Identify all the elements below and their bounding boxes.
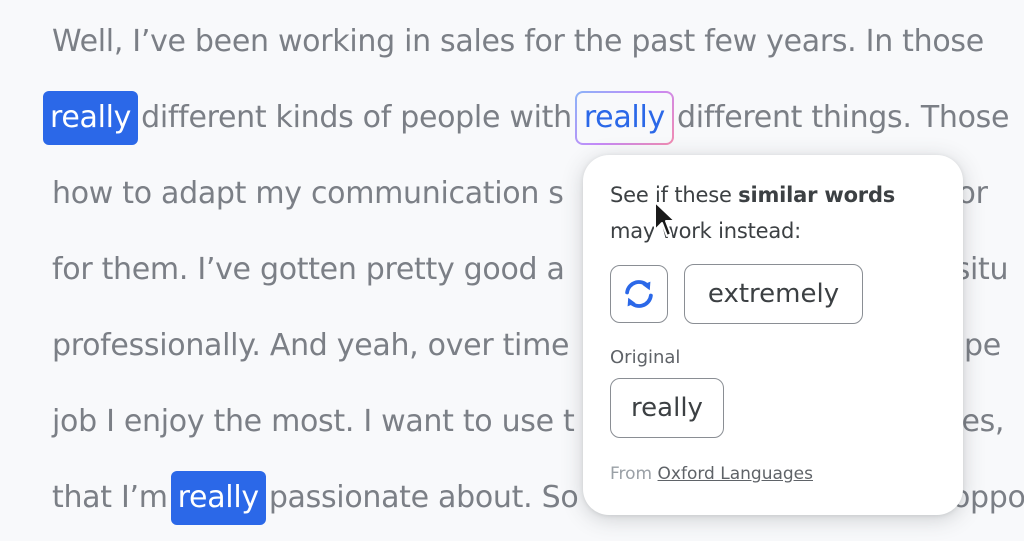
- text-segment: different things. Those: [676, 100, 1010, 135]
- text-line-4: for them. I’ve gotten pretty good a: [52, 243, 565, 297]
- similar-words-popup: See if these similar words may work inst…: [583, 155, 963, 515]
- source-attribution: From Oxford Languages: [610, 464, 813, 484]
- mouse-cursor-icon: [654, 201, 675, 237]
- highlighted-word[interactable]: really: [43, 91, 139, 145]
- text-segment: job I enjoy the most. I want to use t: [52, 404, 575, 439]
- popup-title-bold: similar words: [738, 183, 896, 207]
- text-line-2: really different kinds of people with real…: [43, 91, 1010, 145]
- text-line-1: Well, I’ve been working in sales for the…: [52, 15, 984, 69]
- original-word-chip[interactable]: really: [610, 378, 724, 438]
- text-segment: how to adapt my communication s: [52, 176, 564, 211]
- text-line-5: professionally. And yeah, over time: [52, 319, 569, 373]
- text-segment: Well, I’ve been working in sales for the…: [52, 24, 984, 59]
- highlighted-word[interactable]: really: [170, 471, 266, 525]
- popup-title-suffix: may work instead:: [610, 219, 802, 243]
- text-segment: passionate about. So: [268, 480, 579, 515]
- text-segment: professionally. And yeah, over time: [52, 328, 570, 363]
- text-segment: that I’m: [52, 480, 168, 515]
- original-label: Original: [610, 347, 681, 368]
- source-prefix: From: [610, 464, 658, 484]
- text-line-3: how to adapt my communication s: [52, 167, 564, 221]
- selected-word[interactable]: really: [575, 91, 674, 145]
- text-line-6: job I enjoy the most. I want to use t: [52, 395, 575, 449]
- suggestion-chip[interactable]: extremely: [684, 264, 863, 324]
- oxford-languages-link[interactable]: Oxford Languages: [658, 464, 813, 484]
- text-segment: different kinds of people with: [141, 100, 572, 135]
- text-segment: for them. I’ve gotten pretty good a: [52, 252, 565, 287]
- refresh-icon: [625, 280, 653, 308]
- text-line-7: that I’m really passionate about. So: [52, 471, 579, 525]
- refresh-suggestions-button[interactable]: [610, 265, 668, 323]
